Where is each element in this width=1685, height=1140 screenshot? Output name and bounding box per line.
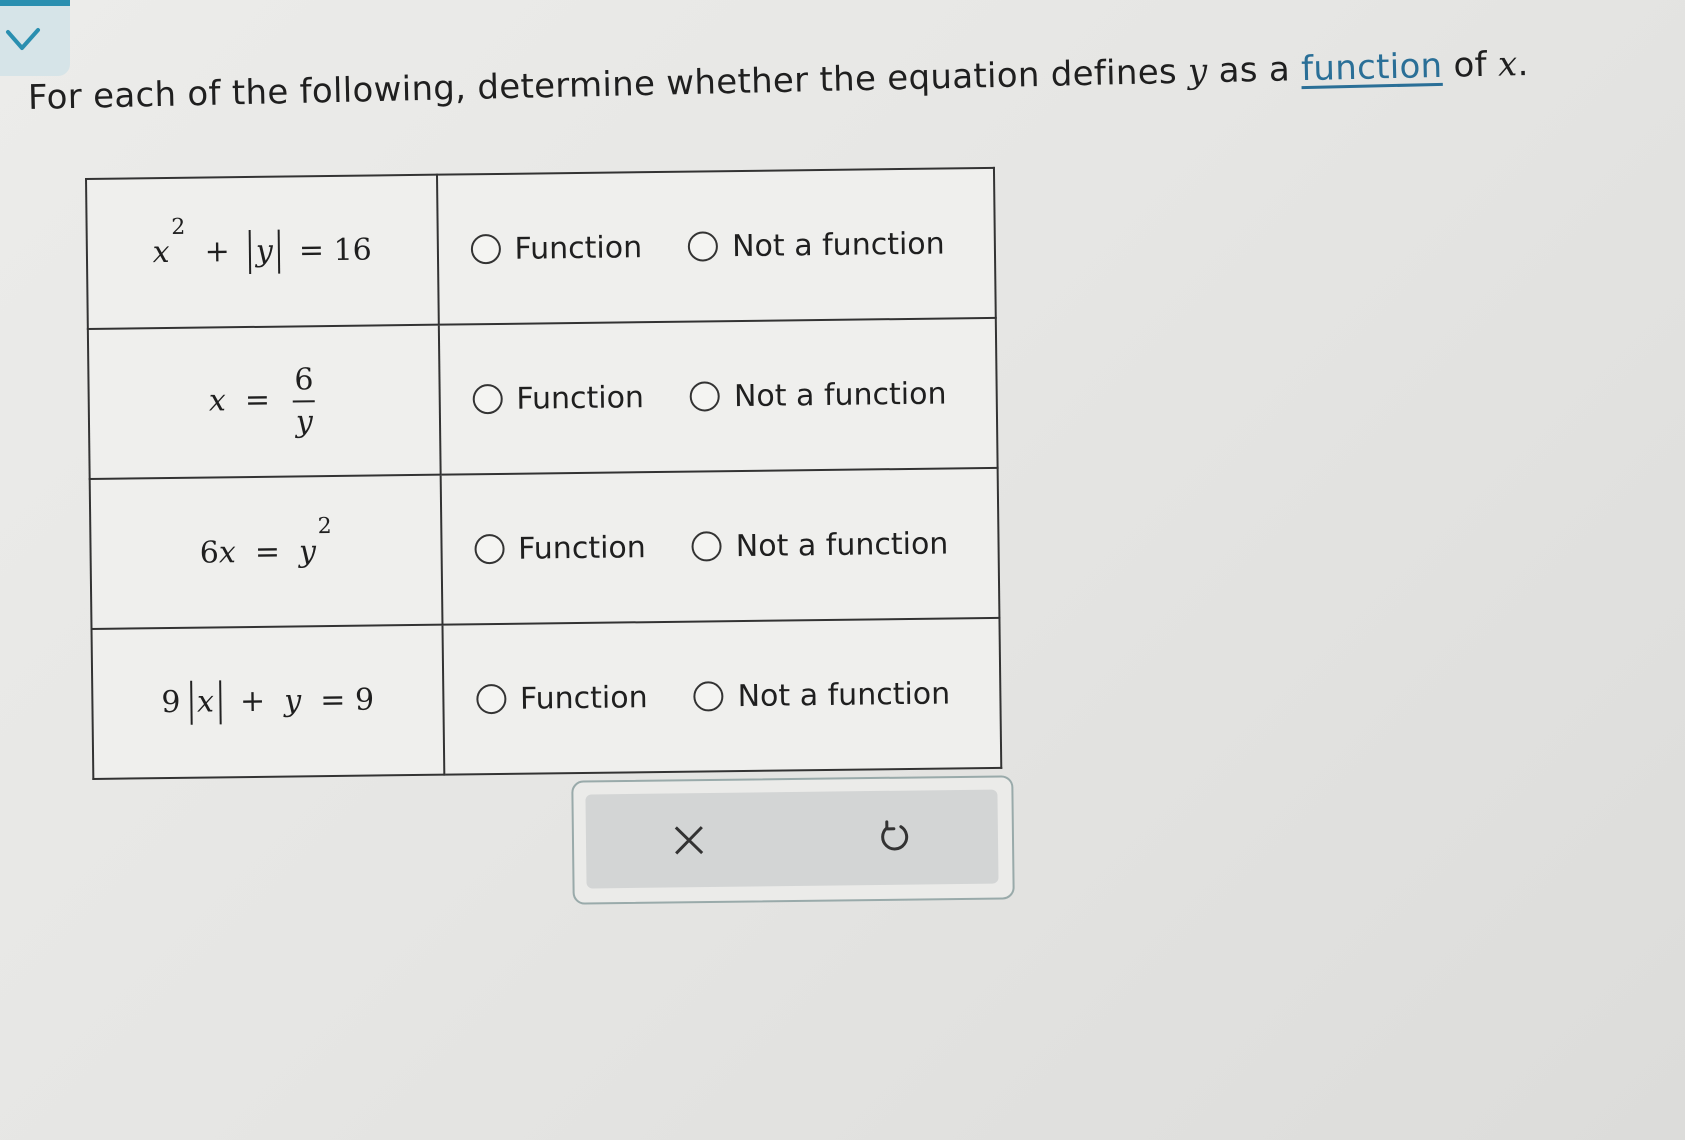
- option-function[interactable]: Function: [474, 530, 646, 567]
- option-label: Function: [519, 679, 648, 717]
- table-row: 9 x + y = 9 Function Not a function: [91, 617, 1002, 779]
- equation-cell: x2 + y = 16: [86, 174, 439, 329]
- function-definition-link[interactable]: function: [1301, 46, 1443, 89]
- eq-exponent: 2: [317, 513, 332, 539]
- options-cell: Function Not a function: [440, 467, 1000, 625]
- undo-icon: [881, 820, 909, 851]
- eq-var: x: [196, 684, 215, 720]
- numerator: 6: [294, 362, 314, 398]
- equation-cell: x = 6 y: [87, 324, 441, 479]
- equation-cell: 6x = y2: [89, 474, 443, 629]
- option-label: Function: [514, 229, 643, 267]
- radio-button[interactable]: [693, 681, 724, 712]
- eq-coef: 6: [199, 534, 220, 571]
- radio-button[interactable]: [687, 231, 719, 262]
- answer-button-panel: [571, 775, 1015, 905]
- eq-rhs: = 16: [298, 232, 372, 269]
- prompt-text-3: of: [1441, 44, 1499, 86]
- options-cell: Function Not a function: [436, 167, 996, 325]
- radio-button[interactable]: [689, 381, 721, 412]
- equations-table: x2 + y = 16 Function Not a function x = …: [85, 166, 1003, 780]
- prompt-period: .: [1517, 43, 1530, 85]
- eq-op: +: [204, 234, 231, 270]
- option-function[interactable]: Function: [470, 230, 642, 267]
- prompt-text-2: as a: [1207, 49, 1302, 92]
- eq-op: =: [254, 534, 281, 570]
- abs-value: x: [189, 680, 222, 725]
- denominator: y: [295, 404, 314, 440]
- fraction-bar: [293, 400, 316, 403]
- undo-button[interactable]: [865, 807, 926, 868]
- option-not-function[interactable]: Not a function: [693, 676, 950, 714]
- prompt-text-1: For each of the following, determine whe…: [27, 51, 1189, 118]
- option-label: Function: [516, 379, 645, 417]
- prompt-var-x: x: [1497, 44, 1518, 85]
- radio-button[interactable]: [475, 683, 507, 715]
- eq-coef: 9: [161, 684, 181, 721]
- question-prompt: For each of the following, determine whe…: [28, 44, 1529, 118]
- option-function[interactable]: Function: [472, 380, 644, 417]
- eq-var: y: [255, 233, 274, 269]
- eq-var: x: [152, 234, 170, 271]
- close-icon: [674, 826, 704, 855]
- option-label: Not a function: [733, 375, 947, 414]
- eq-var: x: [208, 383, 227, 419]
- chevron-down-icon: [6, 28, 40, 50]
- eq-var: y: [298, 533, 317, 569]
- table-row: x2 + y = 16 Function Not a function: [86, 167, 996, 329]
- eq-op: =: [244, 382, 271, 419]
- table-row: x = 6 y Function Not a function: [87, 317, 998, 479]
- option-label: Not a function: [737, 675, 951, 714]
- eq-exponent: 2: [171, 214, 186, 240]
- option-label: Function: [517, 529, 647, 567]
- equation-cell: 9 x + y = 9: [91, 624, 444, 779]
- radio-button[interactable]: [691, 531, 722, 562]
- radio-button[interactable]: [472, 383, 503, 415]
- option-label: Not a function: [735, 525, 949, 564]
- eq-op: +: [239, 683, 266, 720]
- fraction: 6 y: [289, 362, 320, 440]
- eq-var: y: [284, 683, 302, 719]
- eq-var: x: [218, 534, 236, 570]
- option-function[interactable]: Function: [475, 679, 648, 717]
- options-cell: Function Not a function: [438, 317, 998, 475]
- clear-button[interactable]: [659, 810, 720, 871]
- radio-button[interactable]: [474, 533, 505, 565]
- option-not-function[interactable]: Not a function: [691, 525, 949, 564]
- prompt-var-y: y: [1187, 51, 1209, 92]
- abs-value: y: [248, 229, 281, 275]
- button-bar: [585, 789, 999, 889]
- radio-button[interactable]: [470, 233, 501, 265]
- option-label: Not a function: [731, 226, 945, 264]
- eq-rhs: = 9: [320, 682, 375, 719]
- collapse-toggle[interactable]: [0, 6, 70, 76]
- option-not-function[interactable]: Not a function: [687, 226, 945, 264]
- options-cell: Function Not a function: [442, 617, 1002, 775]
- table-row: 6x = y2 Function Not a function: [89, 467, 1000, 629]
- option-not-function[interactable]: Not a function: [689, 375, 947, 414]
